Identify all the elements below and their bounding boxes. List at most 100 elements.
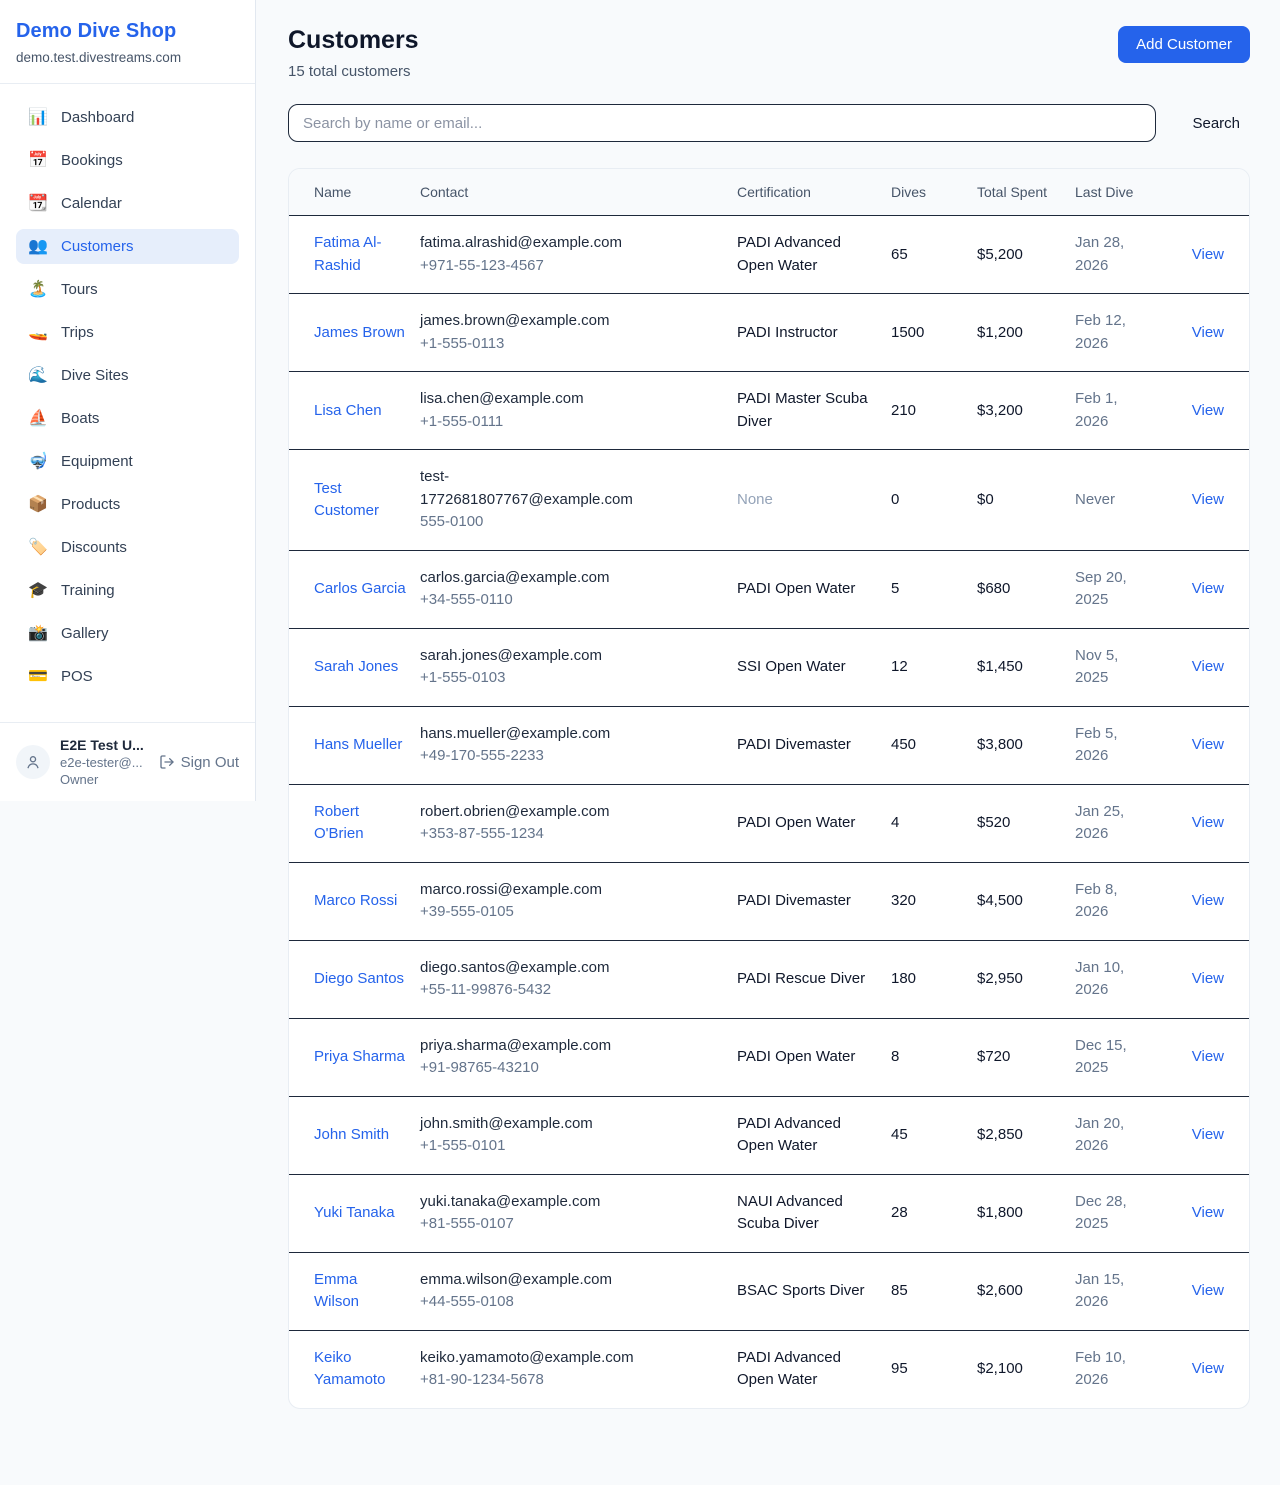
customer-phone: +1-555-0101 [420, 1135, 723, 1158]
sidebar-item-boats[interactable]: ⛵ Boats [16, 401, 239, 436]
customer-email: emma.wilson@example.com [420, 1269, 652, 1292]
diving-mask-icon: 🤿 [28, 454, 48, 470]
customer-name-link[interactable]: Sarah Jones [314, 658, 398, 675]
customer-total-spent: $0 [977, 450, 1075, 551]
view-link[interactable]: View [1192, 658, 1224, 675]
view-link[interactable]: View [1192, 1126, 1224, 1143]
sign-out-button[interactable]: Sign Out [159, 754, 239, 771]
customer-name-link[interactable]: Priya Sharma [314, 1048, 405, 1065]
table-row: Lisa Chen lisa.chen@example.com +1-555-0… [289, 372, 1249, 450]
customer-name-link[interactable]: Lisa Chen [314, 402, 382, 419]
customer-dives: 45 [891, 1096, 977, 1174]
sidebar-item-trips[interactable]: 🚤 Trips [16, 315, 239, 350]
sidebar-item-label: Discounts [61, 539, 127, 556]
sidebar-item-dive-sites[interactable]: 🌊 Dive Sites [16, 358, 239, 393]
tag-icon: 🏷️ [28, 540, 48, 556]
customer-email: marco.rossi@example.com [420, 879, 652, 902]
customer-dives: 5 [891, 550, 977, 628]
customers-table-card: Name Contact Certification Dives Total S… [288, 168, 1250, 1409]
view-link[interactable]: View [1192, 402, 1224, 419]
customer-last-dive: Feb 5, 2026 [1075, 706, 1169, 784]
sidebar-item-tours[interactable]: 🏝️ Tours [16, 272, 239, 307]
sidebar-item-dashboard[interactable]: 📊 Dashboard [16, 100, 239, 135]
customer-total-spent: $5,200 [977, 216, 1075, 294]
view-link[interactable]: View [1192, 1048, 1224, 1065]
customer-dives: 450 [891, 706, 977, 784]
sidebar-item-calendar[interactable]: 📆 Calendar [16, 186, 239, 221]
customer-last-dive: Feb 10, 2026 [1075, 1330, 1169, 1408]
table-row: Robert O'Brien robert.obrien@example.com… [289, 784, 1249, 862]
customer-certification: PADI Advanced Open Water [737, 234, 841, 274]
customers-table: Name Contact Certification Dives Total S… [289, 169, 1249, 1408]
sidebar-item-equipment[interactable]: 🤿 Equipment [16, 444, 239, 479]
col-header-actions [1169, 169, 1249, 216]
user-email: e2e-tester@... [60, 755, 149, 770]
customer-name-link[interactable]: John Smith [314, 1126, 389, 1143]
customer-dives: 210 [891, 372, 977, 450]
page-title: Customers [288, 26, 419, 55]
customer-name-link[interactable]: James Brown [314, 324, 405, 341]
sidebar-nav: 📊 Dashboard 📅 Bookings 📆 Calendar 👥 Cust… [0, 84, 255, 722]
customer-total-spent: $3,200 [977, 372, 1075, 450]
customer-last-dive: Jan 28, 2026 [1075, 216, 1169, 294]
table-row: Carlos Garcia carlos.garcia@example.com … [289, 550, 1249, 628]
view-link[interactable]: View [1192, 491, 1224, 508]
customer-email: diego.santos@example.com [420, 957, 652, 980]
col-header-total-spent: Total Spent [977, 169, 1075, 216]
customer-phone: 555-0100 [420, 511, 723, 534]
customer-last-dive: Jan 10, 2026 [1075, 940, 1169, 1018]
sidebar-item-products[interactable]: 📦 Products [16, 487, 239, 522]
view-link[interactable]: View [1192, 324, 1224, 341]
view-link[interactable]: View [1192, 814, 1224, 831]
view-link[interactable]: View [1192, 736, 1224, 753]
customer-email: hans.mueller@example.com [420, 723, 652, 746]
customer-last-dive: Jan 20, 2026 [1075, 1096, 1169, 1174]
view-link[interactable]: View [1192, 1282, 1224, 1299]
customer-name-link[interactable]: Fatima Al-Rashid [314, 234, 382, 274]
customer-name-link[interactable]: Marco Rossi [314, 892, 397, 909]
view-link[interactable]: View [1192, 970, 1224, 987]
sidebar-item-customers[interactable]: 👥 Customers [16, 229, 239, 264]
col-header-name: Name [289, 169, 420, 216]
sidebar-item-label: Boats [61, 410, 99, 427]
col-header-dives: Dives [891, 169, 977, 216]
calendar-date-icon: 📅 [28, 153, 48, 169]
customer-name-link[interactable]: Diego Santos [314, 970, 404, 987]
sidebar-item-pos[interactable]: 💳 POS [16, 659, 239, 694]
search-button[interactable]: Search [1182, 109, 1250, 138]
customer-name-link[interactable]: Hans Mueller [314, 736, 402, 753]
customer-total-spent: $1,450 [977, 628, 1075, 706]
customer-name-link[interactable]: Carlos Garcia [314, 580, 406, 597]
customer-name-link[interactable]: Emma Wilson [314, 1271, 359, 1311]
customer-name-link[interactable]: Robert O'Brien [314, 803, 364, 843]
customer-certification: BSAC Sports Diver [737, 1282, 865, 1299]
customer-total-spent: $680 [977, 550, 1075, 628]
view-link[interactable]: View [1192, 246, 1224, 263]
customer-dives: 65 [891, 216, 977, 294]
customer-dives: 8 [891, 1018, 977, 1096]
customer-email: john.smith@example.com [420, 1113, 652, 1136]
view-link[interactable]: View [1192, 1204, 1224, 1221]
search-input[interactable] [288, 104, 1156, 142]
view-link[interactable]: View [1192, 892, 1224, 909]
customer-phone: +81-90-1234-5678 [420, 1369, 723, 1392]
customer-dives: 0 [891, 450, 977, 551]
view-link[interactable]: View [1192, 1360, 1224, 1377]
customer-last-dive: Sep 20, 2025 [1075, 550, 1169, 628]
add-customer-button[interactable]: Add Customer [1118, 26, 1250, 63]
customer-name-link[interactable]: Yuki Tanaka [314, 1204, 395, 1221]
table-row: Test Customer test-1772681807767@example… [289, 450, 1249, 551]
customer-certification: None [737, 491, 773, 508]
sidebar-item-training[interactable]: 🎓 Training [16, 573, 239, 608]
sidebar-item-discounts[interactable]: 🏷️ Discounts [16, 530, 239, 565]
sidebar-item-label: Products [61, 496, 120, 513]
search-bar: Search [288, 104, 1250, 142]
view-link[interactable]: View [1192, 580, 1224, 597]
sidebar-item-bookings[interactable]: 📅 Bookings [16, 143, 239, 178]
customer-name-link[interactable]: Test Customer [314, 480, 379, 520]
sidebar-item-gallery[interactable]: 📸 Gallery [16, 616, 239, 651]
customer-total-spent: $2,100 [977, 1330, 1075, 1408]
customer-name-link[interactable]: Keiko Yamamoto [314, 1349, 385, 1389]
customer-last-dive: Feb 12, 2026 [1075, 294, 1169, 372]
app-layout: Demo Dive Shop demo.test.divestreams.com… [0, 0, 1280, 1439]
